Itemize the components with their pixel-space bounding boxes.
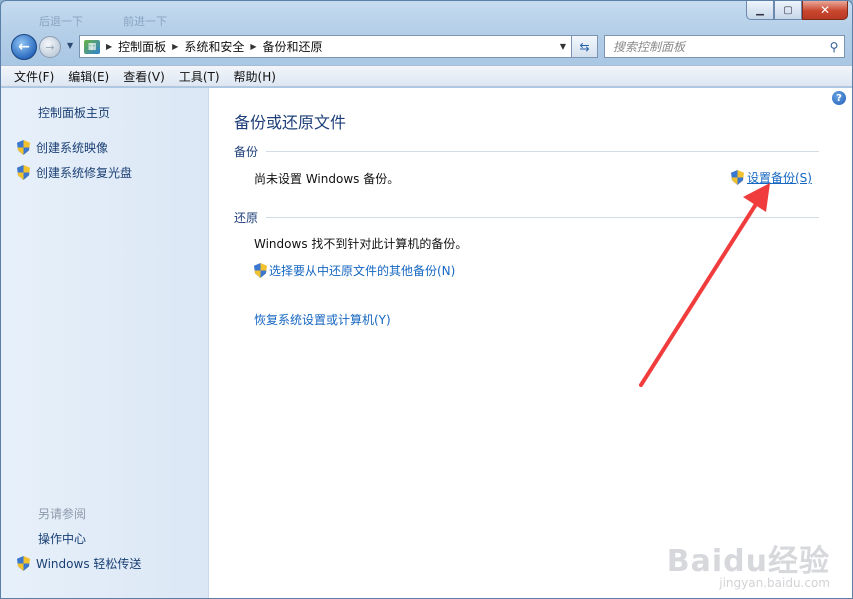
- control-panel-icon: ▦: [84, 39, 100, 54]
- baidu-watermark: Baidu经验 jingyan.baidu.com: [667, 536, 830, 590]
- help-icon: ?: [836, 92, 842, 104]
- close-button[interactable]: ✕: [802, 1, 848, 20]
- easy-transfer-label: Windows 轻松传送: [36, 557, 142, 571]
- recover-system-label: 恢复系统设置或计算机(Y): [254, 313, 391, 327]
- page-title: 备份或还原文件: [234, 113, 347, 132]
- setup-backup-link[interactable]: 设置备份(S): [731, 169, 812, 186]
- explorer-window: 后退一下 前进一下 ▁ ▢ ✕ ← → ▼ ▦ ▶ 控制面板 ▶ 系统和安全 ▶…: [0, 0, 853, 599]
- refresh-icon: ⇆: [579, 39, 590, 54]
- menu-view[interactable]: 查看(V): [120, 68, 168, 85]
- task-pane: 控制面板主页 创建系统映像 创建系统修复光盘 另请参阅 操作中心 Windows…: [1, 88, 209, 598]
- select-other-backup-label: 选择要从中还原文件的其他备份(N): [269, 264, 456, 278]
- control-panel-home-link[interactable]: 控制面板主页: [38, 104, 110, 121]
- back-button[interactable]: ←: [11, 34, 37, 60]
- breadcrumb-system-security[interactable]: 系统和安全: [184, 38, 244, 55]
- section-divider: [266, 151, 819, 152]
- restore-status-text: Windows 找不到针对此计算机的备份。: [254, 237, 468, 251]
- menu-edit[interactable]: 编辑(E): [65, 68, 112, 85]
- create-repair-disc-label: 创建系统修复光盘: [36, 166, 133, 180]
- arrow-left-icon: ←: [18, 39, 30, 55]
- restore-section-heading: 还原: [234, 209, 819, 226]
- easy-transfer-link[interactable]: Windows 轻松传送: [17, 555, 141, 572]
- create-repair-disc-link[interactable]: 创建系统修复光盘: [17, 164, 132, 181]
- address-bar[interactable]: ▦ ▶ 控制面板 ▶ 系统和安全 ▶ 备份和还原 ▼: [79, 35, 572, 58]
- control-panel-home-label: 控制面板主页: [38, 106, 111, 120]
- maximize-button[interactable]: ▢: [774, 1, 802, 20]
- help-button[interactable]: ?: [832, 91, 846, 105]
- backup-status-text: 尚未设置 Windows 备份。: [254, 172, 400, 186]
- menu-file[interactable]: 文件(F): [11, 68, 57, 85]
- minimize-icon: ▁: [756, 4, 764, 16]
- chevron-right-icon[interactable]: ▶: [106, 42, 112, 51]
- ghost-title-forward: 前进一下: [123, 15, 167, 28]
- chevron-right-icon[interactable]: ▶: [172, 42, 178, 51]
- setup-backup-label: 设置备份(S): [747, 171, 812, 185]
- backup-heading-label: 备份: [234, 145, 259, 159]
- minimize-button[interactable]: ▁: [746, 1, 774, 20]
- caption-buttons: ▁ ▢ ✕: [746, 1, 848, 20]
- watermark-logo: Baidu经验: [666, 544, 830, 579]
- breadcrumb-backup-restore[interactable]: 备份和还原: [263, 38, 323, 55]
- action-center-link[interactable]: 操作中心: [38, 530, 86, 547]
- uac-shield-icon: [17, 140, 30, 155]
- uac-shield-icon: [17, 556, 30, 571]
- select-other-backup-link[interactable]: 选择要从中还原文件的其他备份(N): [254, 262, 455, 279]
- refresh-button[interactable]: ⇆: [571, 35, 598, 58]
- chevron-down-icon: ▼: [67, 41, 74, 50]
- section-divider: [266, 217, 819, 218]
- menu-tools[interactable]: 工具(T): [176, 68, 223, 85]
- uac-shield-icon: [731, 170, 744, 185]
- close-icon: ✕: [819, 3, 831, 17]
- search-box: ⚲: [604, 35, 845, 58]
- ghost-title-back: 后退一下: [39, 15, 83, 28]
- recover-system-link[interactable]: 恢复系统设置或计算机(Y): [254, 311, 391, 328]
- breadcrumb-control-panel[interactable]: 控制面板: [118, 38, 166, 55]
- backup-section-heading: 备份: [234, 143, 819, 160]
- create-system-image-link[interactable]: 创建系统映像: [17, 139, 108, 156]
- recent-pages-dropdown[interactable]: ▼: [67, 41, 73, 50]
- search-icon[interactable]: ⚲: [824, 40, 844, 54]
- chevron-right-icon[interactable]: ▶: [250, 42, 256, 51]
- restore-heading-label: 还原: [234, 211, 259, 225]
- search-input[interactable]: [605, 37, 824, 56]
- create-system-image-label: 创建系统映像: [36, 141, 109, 155]
- menu-bar: 文件(F) 编辑(E) 查看(V) 工具(T) 帮助(H): [1, 65, 852, 87]
- arrow-right-icon: →: [45, 40, 55, 54]
- address-dropdown-button[interactable]: ▼: [555, 42, 571, 51]
- see-also-heading: 另请参阅: [38, 507, 87, 521]
- forward-button[interactable]: →: [39, 36, 61, 58]
- maximize-icon: ▢: [783, 4, 793, 16]
- action-center-label: 操作中心: [38, 532, 87, 546]
- uac-shield-icon: [17, 165, 30, 180]
- uac-shield-icon: [254, 263, 267, 278]
- watermark-url: jingyan.baidu.com: [719, 576, 830, 590]
- menu-help[interactable]: 帮助(H): [231, 68, 279, 85]
- content-pane: ? 备份或还原文件 备份 尚未设置 Windows 备份。 设置备份(S) 还原…: [209, 88, 852, 598]
